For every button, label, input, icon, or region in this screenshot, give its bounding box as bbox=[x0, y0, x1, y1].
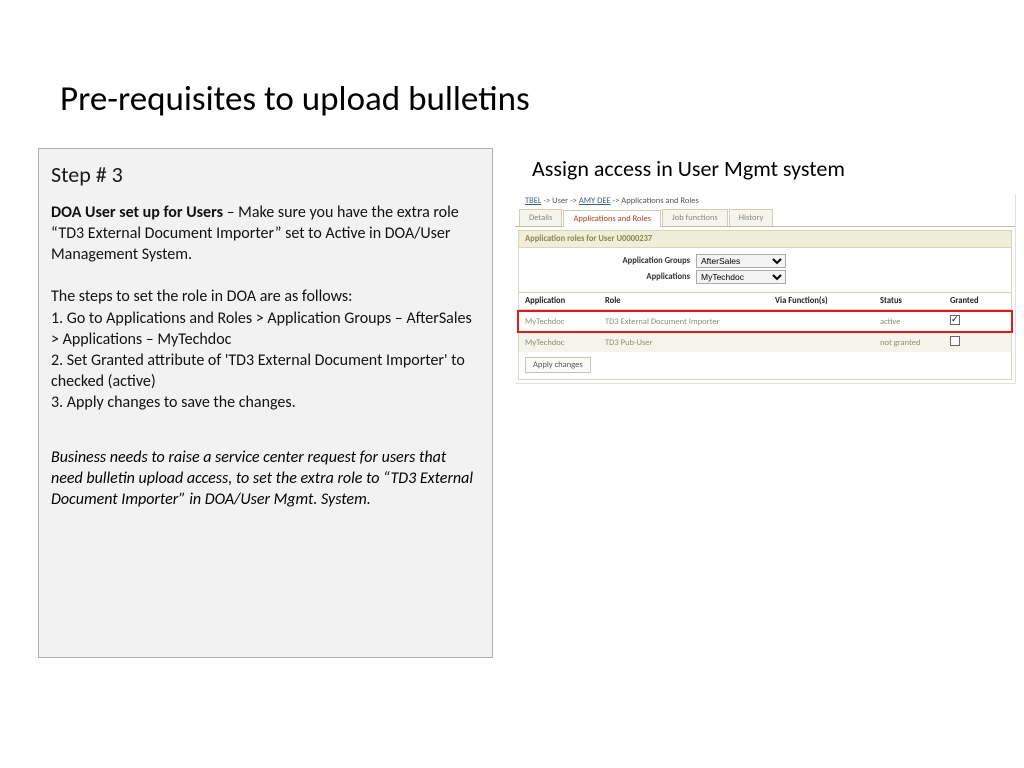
cell-func bbox=[769, 340, 874, 346]
cell-status: active bbox=[874, 314, 944, 330]
col-role: Role bbox=[599, 293, 769, 309]
col-application: Application bbox=[519, 293, 599, 309]
grid-header: Application Role Via Function(s) Status … bbox=[519, 292, 1011, 310]
breadcrumb-root[interactable]: TBEL bbox=[525, 196, 542, 206]
bc-tail: -> Applications and Roles bbox=[611, 196, 699, 206]
filter-form: Application Groups AfterSales Applicatio… bbox=[519, 248, 1011, 292]
cell-role: TD3 External Document Importer bbox=[599, 314, 769, 330]
col-function: Via Function(s) bbox=[769, 293, 874, 309]
cell-role: TD3 Pub-User bbox=[599, 335, 769, 351]
step-3: 3. Apply changes to save the changes. bbox=[51, 393, 296, 412]
groups-label: Application Groups bbox=[525, 256, 690, 266]
tab-applications-roles[interactable]: Applications and Roles bbox=[563, 210, 661, 227]
cell-granted bbox=[944, 333, 1000, 352]
breadcrumb-user[interactable]: AMY DEE bbox=[579, 196, 611, 206]
instruction-panel: Step # 3 DOA User set up for Users – Mak… bbox=[38, 148, 493, 658]
p1-bold: DOA User set up for Users bbox=[51, 203, 223, 222]
tab-history[interactable]: History bbox=[729, 209, 774, 226]
apply-changes-button[interactable]: Apply changes bbox=[525, 357, 591, 373]
tab-bar: Details Applications and Roles Job funct… bbox=[515, 209, 1015, 227]
table-row: MyTechdoc TD3 Pub-User not granted bbox=[519, 333, 1011, 352]
cell-granted bbox=[944, 312, 1000, 331]
cell-status: not granted bbox=[874, 335, 944, 351]
slide: Pre-requisites to upload bulletins Step … bbox=[0, 0, 1024, 768]
page-title: Pre-requisites to upload bulletins bbox=[60, 78, 530, 120]
apps-label: Applications bbox=[525, 272, 690, 282]
cell-func bbox=[769, 319, 874, 325]
granted-checkbox[interactable] bbox=[950, 336, 960, 346]
user-mgmt-screenshot: TBEL -> User -> AMY DEE -> Applications … bbox=[515, 194, 1016, 384]
right-caption: Assign access in User Mgmt system bbox=[532, 155, 845, 182]
cell-app: MyTechdoc bbox=[519, 314, 599, 330]
business-note: Business needs to raise a service center… bbox=[51, 447, 480, 510]
step-2: 2. Set Granted attribute of 'TD3 Externa… bbox=[51, 351, 465, 391]
table-row: MyTechdoc TD3 External Document Importer… bbox=[517, 310, 1013, 333]
groups-row: Application Groups AfterSales bbox=[525, 254, 1005, 268]
col-status: Status bbox=[874, 293, 944, 309]
cell-app: MyTechdoc bbox=[519, 335, 599, 351]
bc-sep: -> User -> bbox=[542, 196, 579, 206]
step-1: 1. Go to Applications and Roles > Applic… bbox=[51, 309, 472, 349]
granted-checkbox[interactable] bbox=[950, 315, 960, 325]
instruction-body: DOA User set up for Users – Make sure yo… bbox=[51, 202, 480, 413]
tab-details[interactable]: Details bbox=[519, 209, 562, 226]
apps-row: Applications MyTechdoc bbox=[525, 270, 1005, 284]
p2: The steps to set the role in DOA are as … bbox=[51, 287, 352, 306]
groups-select[interactable]: AfterSales bbox=[696, 254, 786, 268]
breadcrumb: TBEL -> User -> AMY DEE -> Applications … bbox=[515, 194, 1015, 209]
tab-job-functions[interactable]: Job functions bbox=[662, 209, 728, 226]
col-granted: Granted bbox=[944, 293, 1000, 309]
roles-panel: Application roles for User U0000237 Appl… bbox=[518, 230, 1012, 380]
apps-select[interactable]: MyTechdoc bbox=[696, 270, 786, 284]
panel-heading: Application roles for User U0000237 bbox=[519, 231, 1011, 248]
step-heading: Step # 3 bbox=[51, 161, 480, 188]
